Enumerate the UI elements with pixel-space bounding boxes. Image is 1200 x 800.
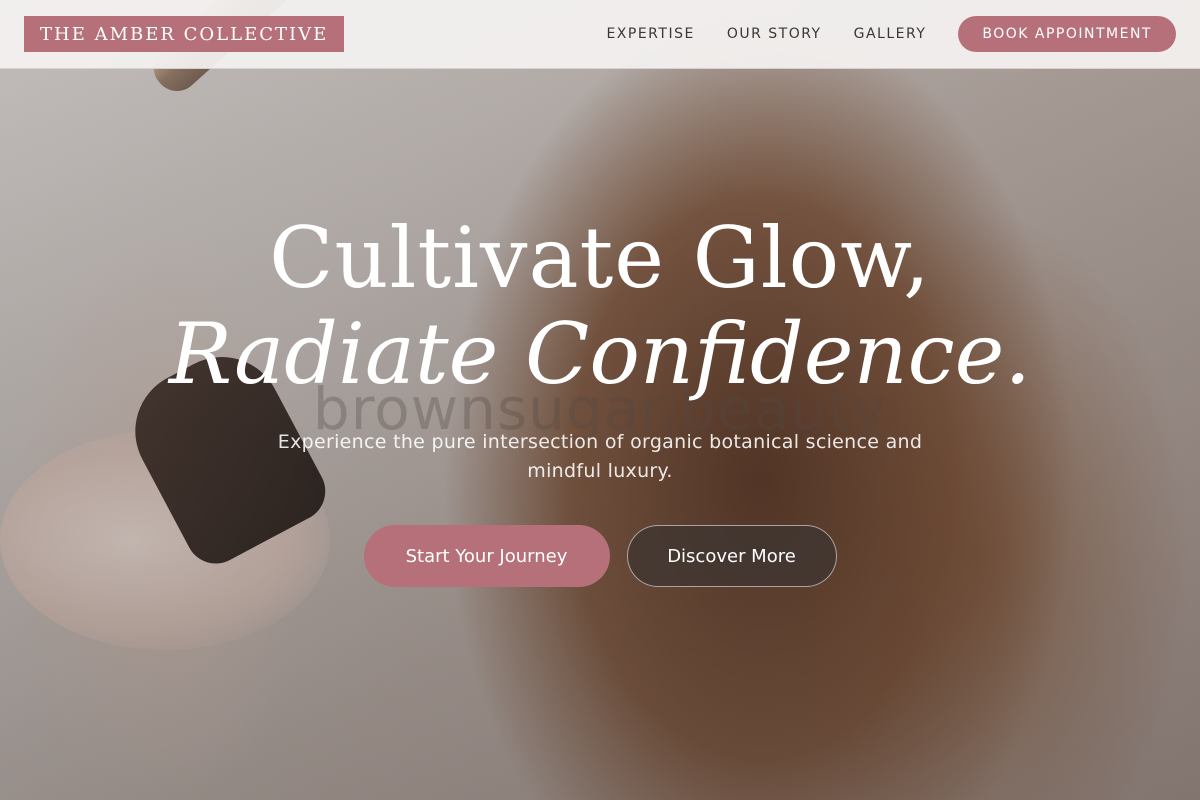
hero-section: brownsugar.beauty Cultivate Glow, Radiat… bbox=[0, 0, 1200, 800]
headline-line-2: Radiate Confidence. bbox=[168, 305, 1032, 403]
nav-link-gallery[interactable]: GALLERY bbox=[854, 26, 927, 42]
site-header: THE AMBER COLLECTIVE EXPERTISE OUR STORY… bbox=[0, 0, 1200, 69]
hero-subtitle: Experience the pure intersection of orga… bbox=[277, 431, 923, 482]
headline-line-1: Cultivate Glow, bbox=[269, 209, 931, 307]
brand-logo[interactable]: THE AMBER COLLECTIVE bbox=[24, 16, 345, 52]
nav-link-expertise[interactable]: EXPERTISE bbox=[606, 26, 694, 42]
discover-more-button[interactable]: Discover More bbox=[626, 525, 837, 587]
book-appointment-button[interactable]: BOOK APPOINTMENT bbox=[958, 16, 1176, 52]
nav-link-our-story[interactable]: OUR STORY bbox=[727, 26, 822, 42]
hero-cta-group: Start Your Journey Discover More bbox=[0, 525, 1200, 587]
main-nav: EXPERTISE OUR STORY GALLERY BOOK APPOINT… bbox=[606, 16, 1176, 52]
hero-headline: Cultivate Glow, Radiate Confidence. bbox=[0, 210, 1200, 402]
start-journey-button[interactable]: Start Your Journey bbox=[363, 525, 610, 587]
